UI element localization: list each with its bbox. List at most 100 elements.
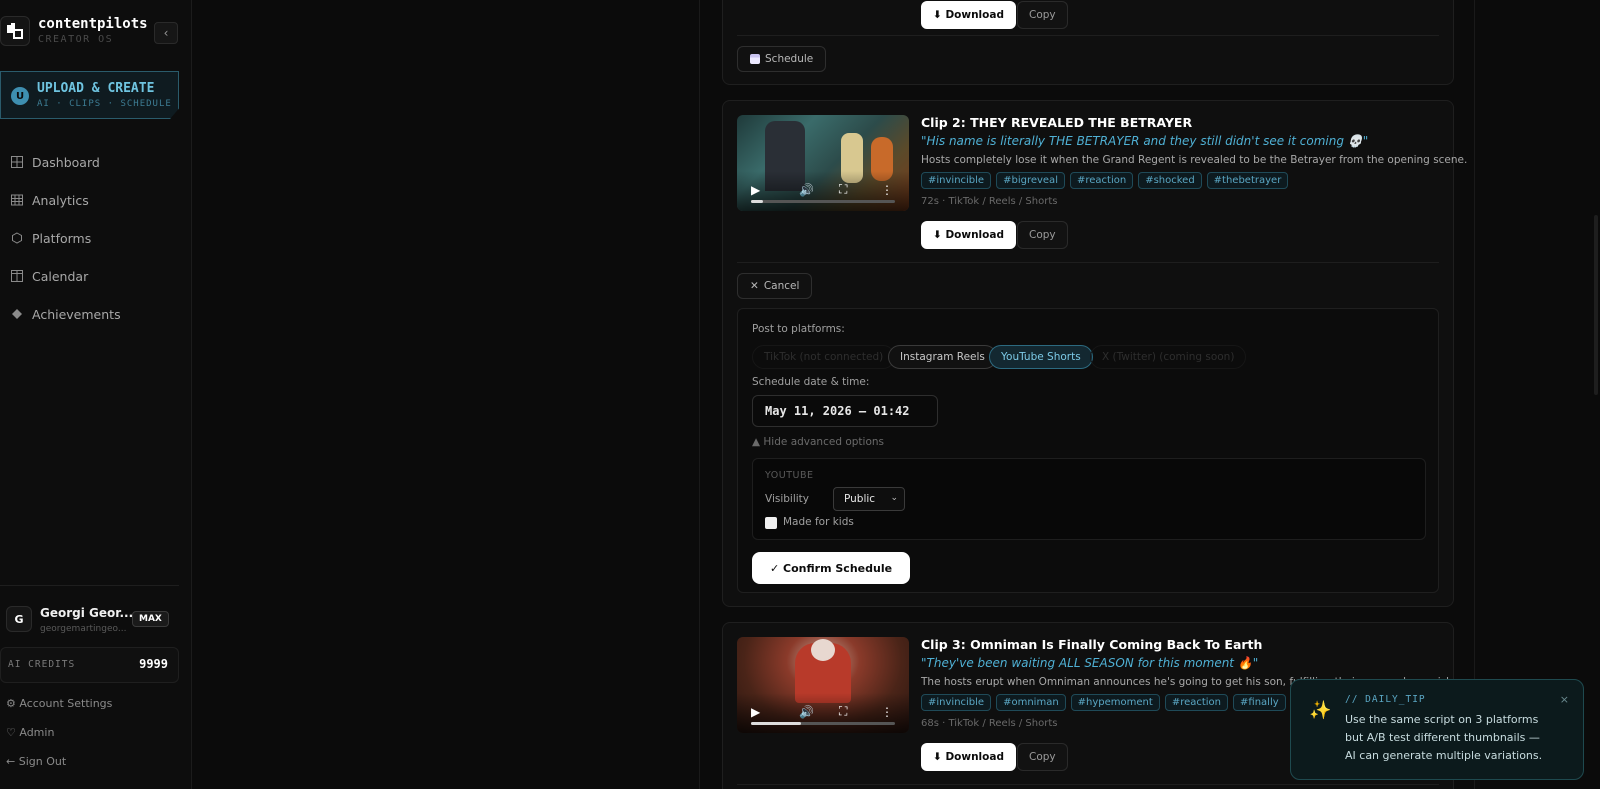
visibility-label: Visibility bbox=[765, 493, 810, 505]
schedule-button[interactable]: Schedule bbox=[737, 46, 827, 72]
sidebar-item-calendar[interactable]: Calendar bbox=[0, 257, 192, 295]
daily-tip-toast: ✨ // DAILY_TIP Use the same script on 3 … bbox=[1290, 679, 1584, 780]
upload-create-button[interactable]: U UPLOAD & CREATE AI · CLIPS · SCHEDULE bbox=[0, 71, 179, 119]
copy-button[interactable]: Copy bbox=[1017, 743, 1068, 771]
plan-badge: MAX bbox=[132, 611, 169, 627]
download-button[interactable]: ⬇ Download bbox=[921, 1, 1016, 29]
more-options-icon[interactable]: ⋮ bbox=[881, 705, 893, 719]
advanced-options-toggle[interactable]: ▲ Hide advanced options bbox=[752, 436, 884, 448]
clip-card-1: ⬇ Download Copy Schedule bbox=[722, 0, 1454, 85]
chevron-down-icon: ⌄ bbox=[890, 493, 898, 503]
progress-bar-fill bbox=[751, 722, 802, 725]
character-figure bbox=[811, 639, 835, 661]
sidebar-item-platforms[interactable]: Platforms bbox=[0, 219, 192, 257]
visibility-select[interactable]: Public ⌄ bbox=[833, 487, 905, 511]
video-player[interactable]: ▶ 🔊 ⛶ ⋮ bbox=[737, 637, 909, 733]
collapse-sidebar-button[interactable]: ‹ bbox=[154, 22, 178, 44]
platform-tiktok: TikTok (not connected) bbox=[752, 345, 896, 369]
scrollbar[interactable] bbox=[1594, 215, 1598, 395]
youtube-options-panel: YOUTUBE Visibility Public ⌄ Made for kid… bbox=[752, 458, 1426, 540]
cancel-label: Cancel bbox=[763, 280, 800, 292]
youtube-section-heading: YOUTUBE bbox=[765, 470, 814, 481]
tag[interactable]: #invincible bbox=[921, 172, 992, 189]
confirm-schedule-button[interactable]: ✓ Confirm Schedule bbox=[752, 552, 911, 584]
sidebar-item-analytics[interactable]: Analytics bbox=[0, 181, 192, 219]
visibility-value: Public bbox=[844, 493, 876, 505]
sidebar-item-achievements[interactable]: Achievements bbox=[0, 295, 192, 333]
made-for-kids-label: Made for kids bbox=[783, 516, 854, 528]
progress-bar[interactable] bbox=[751, 722, 895, 725]
account-settings-link[interactable]: ⚙ Account Settings bbox=[6, 697, 112, 710]
platform-instagram-reels[interactable]: Instagram Reels bbox=[888, 345, 997, 369]
hexagon-icon bbox=[10, 231, 24, 245]
close-icon[interactable]: × bbox=[1560, 693, 1569, 706]
sidebar-item-label: Platforms bbox=[32, 230, 92, 246]
divider bbox=[737, 784, 1439, 785]
tag-list: #invincible #bigreveal #reaction #shocke… bbox=[921, 172, 1289, 189]
upload-title: UPLOAD & CREATE bbox=[37, 81, 155, 96]
chevron-left-icon: ‹ bbox=[163, 26, 169, 40]
clip-meta: 68s · TikTok / Reels / Shorts bbox=[921, 718, 1058, 729]
platform-x-twitter: X (Twitter) (coming soon) bbox=[1090, 345, 1247, 369]
clip-description: Hosts completely lose it when the Grand … bbox=[921, 154, 1468, 166]
made-for-kids-checkbox[interactable] bbox=[765, 517, 777, 529]
tag[interactable]: #shocked bbox=[1138, 172, 1202, 189]
close-icon: ✕ bbox=[750, 280, 759, 292]
user-profile[interactable]: G Georgi Geor... georgemartingeo... MAX bbox=[0, 604, 179, 636]
user-email: georgemartingeo... bbox=[40, 624, 127, 634]
table-icon bbox=[10, 193, 24, 207]
clip-quote: "They've been waiting ALL SEASON for thi… bbox=[921, 656, 1259, 670]
copy-button[interactable]: Copy bbox=[1017, 1, 1068, 29]
user-name: Georgi Geor... bbox=[40, 606, 134, 620]
brand: contentpilots CREATOR OS ‹ bbox=[0, 14, 192, 50]
cancel-button[interactable]: ✕ Cancel bbox=[737, 273, 813, 299]
main-content: ⬇ Download Copy Schedule ▶ 🔊 ⛶ ⋮ Clip 2:… bbox=[192, 0, 1600, 789]
logo-icon[interactable] bbox=[0, 16, 30, 46]
tag[interactable]: #reaction bbox=[1069, 172, 1134, 189]
sidebar: contentpilots CREATOR OS ‹ U UPLOAD & CR… bbox=[0, 0, 192, 789]
columns-icon bbox=[10, 269, 24, 283]
sidebar-item-label: Analytics bbox=[32, 192, 89, 208]
fullscreen-icon[interactable]: ⛶ bbox=[839, 704, 847, 719]
progress-bar[interactable] bbox=[751, 200, 895, 203]
grid-icon bbox=[10, 155, 24, 169]
post-to-label: Post to platforms: bbox=[752, 323, 845, 335]
tag[interactable]: #finally bbox=[1233, 694, 1286, 711]
avatar: G bbox=[6, 606, 32, 632]
volume-icon[interactable]: 🔊 bbox=[799, 705, 814, 719]
tag[interactable]: #thebetrayer bbox=[1206, 172, 1289, 189]
tag[interactable]: #hypemoment bbox=[1070, 694, 1160, 711]
date-label: Schedule date & time: bbox=[752, 376, 870, 388]
tip-body: Use the same script on 3 platforms but A… bbox=[1345, 713, 1543, 762]
schedule-label: Schedule bbox=[765, 53, 814, 65]
datetime-input[interactable]: May 11, 2026 — 01:42 bbox=[752, 395, 938, 427]
player-controls: ▶ 🔊 ⛶ ⋮ bbox=[737, 171, 909, 211]
clip-meta: 72s · TikTok / Reels / Shorts bbox=[921, 196, 1058, 207]
copy-button[interactable]: Copy bbox=[1017, 221, 1068, 249]
sparkles-icon: ✨ bbox=[1309, 700, 1332, 721]
upload-subtitle: AI · CLIPS · SCHEDULE bbox=[37, 99, 172, 109]
sign-out-link[interactable]: ← Sign Out bbox=[6, 755, 66, 768]
tag[interactable]: #reaction bbox=[1164, 694, 1229, 711]
tag-list: #invincible #omniman #hypemoment #reacti… bbox=[921, 694, 1286, 711]
admin-link[interactable]: ♡ Admin bbox=[6, 726, 54, 739]
download-button[interactable]: ⬇ Download bbox=[921, 743, 1016, 771]
video-player[interactable]: ▶ 🔊 ⛶ ⋮ bbox=[737, 115, 909, 211]
tag[interactable]: #bigreveal bbox=[996, 172, 1065, 189]
sidebar-item-dashboard[interactable]: Dashboard bbox=[0, 143, 192, 181]
play-icon[interactable]: ▶ bbox=[751, 705, 760, 719]
divider bbox=[737, 262, 1439, 263]
credits-value: 9999 bbox=[139, 657, 168, 671]
play-icon[interactable]: ▶ bbox=[751, 183, 760, 197]
sidebar-item-label: Calendar bbox=[32, 268, 89, 284]
sidebar-item-label: Dashboard bbox=[32, 154, 100, 170]
volume-icon[interactable]: 🔊 bbox=[799, 183, 814, 197]
download-button[interactable]: ⬇ Download bbox=[921, 221, 1016, 249]
platform-youtube-shorts[interactable]: YouTube Shorts bbox=[989, 345, 1093, 369]
fullscreen-icon[interactable]: ⛶ bbox=[839, 182, 847, 197]
tag[interactable]: #omniman bbox=[996, 694, 1066, 711]
tag[interactable]: #invincible bbox=[921, 694, 992, 711]
sidebar-item-label: Achievements bbox=[32, 306, 121, 322]
more-options-icon[interactable]: ⋮ bbox=[881, 183, 893, 197]
diamond-icon bbox=[10, 307, 24, 321]
